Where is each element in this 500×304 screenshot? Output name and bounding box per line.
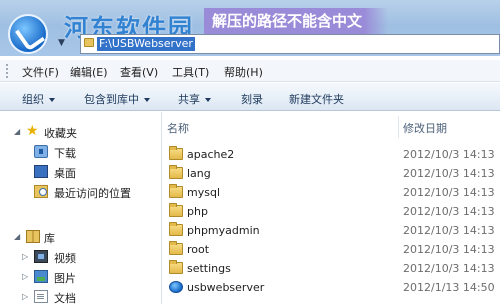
column-divider[interactable] (398, 116, 399, 138)
nav-libraries[interactable]: ◢ 库 (0, 228, 162, 246)
folder-icon (169, 222, 183, 236)
file-date: 2012/10/3 14:13 (403, 262, 495, 275)
folder-icon (84, 38, 94, 47)
file-row[interactable]: root 2012/10/3 14:13 (163, 240, 500, 259)
file-row[interactable]: settings 2012/10/3 14:13 (163, 259, 500, 278)
collapse-icon[interactable]: ▷ (22, 292, 28, 301)
file-name: mysql (187, 186, 220, 199)
nav-downloads[interactable]: 下载 (0, 143, 162, 161)
file-date: 2012/10/3 14:13 (403, 205, 495, 218)
include-library-button[interactable]: 包含到库中 (84, 91, 150, 107)
address-path[interactable]: F:\USBWebserver (97, 37, 195, 51)
file-name: root (187, 243, 210, 256)
file-name: phpmyadmin (187, 224, 260, 237)
column-header-modified[interactable]: 修改日期 (403, 120, 447, 136)
title-bar: 河东软件园 解压的路径不能含中文 ▼ F:\USBWebserver (0, 0, 500, 56)
file-date: 2012/10/3 14:13 (403, 148, 495, 161)
nav-favorites[interactable]: ◢ ★ 收藏夹 (0, 123, 162, 141)
file-date: 2012/1/13 14:50 (403, 281, 495, 294)
file-name: lang (187, 167, 211, 180)
nav-documents-label: 文档 (54, 292, 76, 304)
nav-videos[interactable]: ▷ 视频 (0, 248, 162, 266)
new-folder-button[interactable]: 新建文件夹 (289, 91, 344, 107)
collapse-icon[interactable]: ▷ (22, 252, 28, 261)
file-name: php (187, 205, 208, 218)
picture-icon (34, 270, 48, 283)
caret-down-icon (49, 98, 55, 102)
watermark-logo (8, 14, 48, 54)
nav-desktop[interactable]: 桌面 (0, 163, 162, 181)
menu-file[interactable]: 文件(F) (22, 64, 59, 80)
nav-documents[interactable]: ▷ 文档 (0, 288, 162, 304)
menu-edit[interactable]: 编辑(E) (70, 64, 108, 80)
column-header-name[interactable]: 名称 (167, 120, 189, 136)
menu-view[interactable]: 查看(V) (120, 64, 158, 80)
download-icon (34, 145, 48, 158)
burn-button[interactable]: 刻录 (241, 91, 263, 107)
file-date: 2012/10/3 14:13 (403, 186, 495, 199)
nav-recent[interactable]: 最近访问的位置 (0, 183, 162, 201)
share-label: 共享 (178, 93, 200, 106)
nav-downloads-label: 下载 (54, 147, 76, 160)
include-library-label: 包含到库中 (84, 93, 139, 106)
file-name: apache2 (187, 148, 235, 161)
nav-videos-label: 视频 (54, 252, 76, 265)
address-bar[interactable]: F:\USBWebserver (80, 34, 500, 54)
caret-down-icon (205, 98, 211, 102)
expand-icon[interactable]: ◢ (14, 127, 20, 136)
nav-desktop-label: 桌面 (54, 167, 76, 180)
file-date: 2012/10/3 14:13 (403, 167, 495, 180)
star-icon: ★ (26, 123, 39, 139)
desktop-icon (34, 165, 48, 178)
nav-recent-label: 最近访问的位置 (54, 187, 131, 200)
document-icon (34, 290, 48, 303)
expand-icon[interactable]: ◢ (14, 232, 20, 241)
nav-favorites-label: 收藏夹 (44, 127, 77, 140)
folder-icon (169, 203, 183, 217)
file-row[interactable]: mysql 2012/10/3 14:13 (163, 183, 500, 202)
nav-libraries-label: 库 (44, 232, 55, 245)
nav-pictures[interactable]: ▷ 图片 (0, 268, 162, 286)
navigation-pane: ◢ ★ 收藏夹 下载 桌面 最近访问的位置 ◢ 库 ▷ 视频 ▷ 图片 ▷ 文档 (0, 112, 162, 304)
file-row[interactable]: apache2 2012/10/3 14:13 (163, 145, 500, 164)
folder-icon (169, 146, 183, 160)
share-button[interactable]: 共享 (178, 91, 211, 107)
caret-down-icon (144, 98, 150, 102)
video-icon (34, 250, 48, 263)
folder-icon (169, 260, 183, 274)
file-list: 名称 修改日期 apache2 2012/10/3 14:13 lang 2012/1… (163, 112, 500, 304)
menu-help[interactable]: 帮助(H) (224, 64, 263, 80)
file-row[interactable]: php 2012/10/3 14:13 (163, 202, 500, 221)
organize-label: 组织 (22, 93, 44, 106)
recent-places-icon (34, 185, 48, 198)
file-name: usbwebserver (187, 281, 265, 294)
menu-bar: 文件(F) 编辑(E) 查看(V) 工具(T) 帮助(H) (0, 60, 500, 82)
organize-button[interactable]: 组织 (22, 91, 55, 107)
folder-icon (169, 184, 183, 198)
menu-tools[interactable]: 工具(T) (172, 64, 209, 80)
file-row[interactable]: phpmyadmin 2012/10/3 14:13 (163, 221, 500, 240)
nav-pictures-label: 图片 (54, 272, 76, 285)
folder-icon (169, 241, 183, 255)
instruction-banner: 解压的路径不能含中文 (204, 8, 388, 34)
collapse-icon[interactable]: ▷ (22, 272, 28, 281)
chevron-down-icon[interactable]: ▼ (58, 38, 68, 50)
library-icon (26, 230, 40, 243)
file-date: 2012/10/3 14:13 (403, 224, 495, 237)
file-row[interactable]: usbwebserver 2012/1/13 14:50 (163, 278, 500, 297)
file-name: settings (187, 262, 231, 275)
command-bar: 组织 包含到库中 共享 刻录 新建文件夹 (0, 83, 500, 111)
folder-icon (169, 165, 183, 179)
file-row[interactable]: lang 2012/10/3 14:13 (163, 164, 500, 183)
grip-icon (6, 64, 8, 78)
application-icon (169, 281, 183, 293)
file-date: 2012/10/3 14:13 (403, 243, 495, 256)
